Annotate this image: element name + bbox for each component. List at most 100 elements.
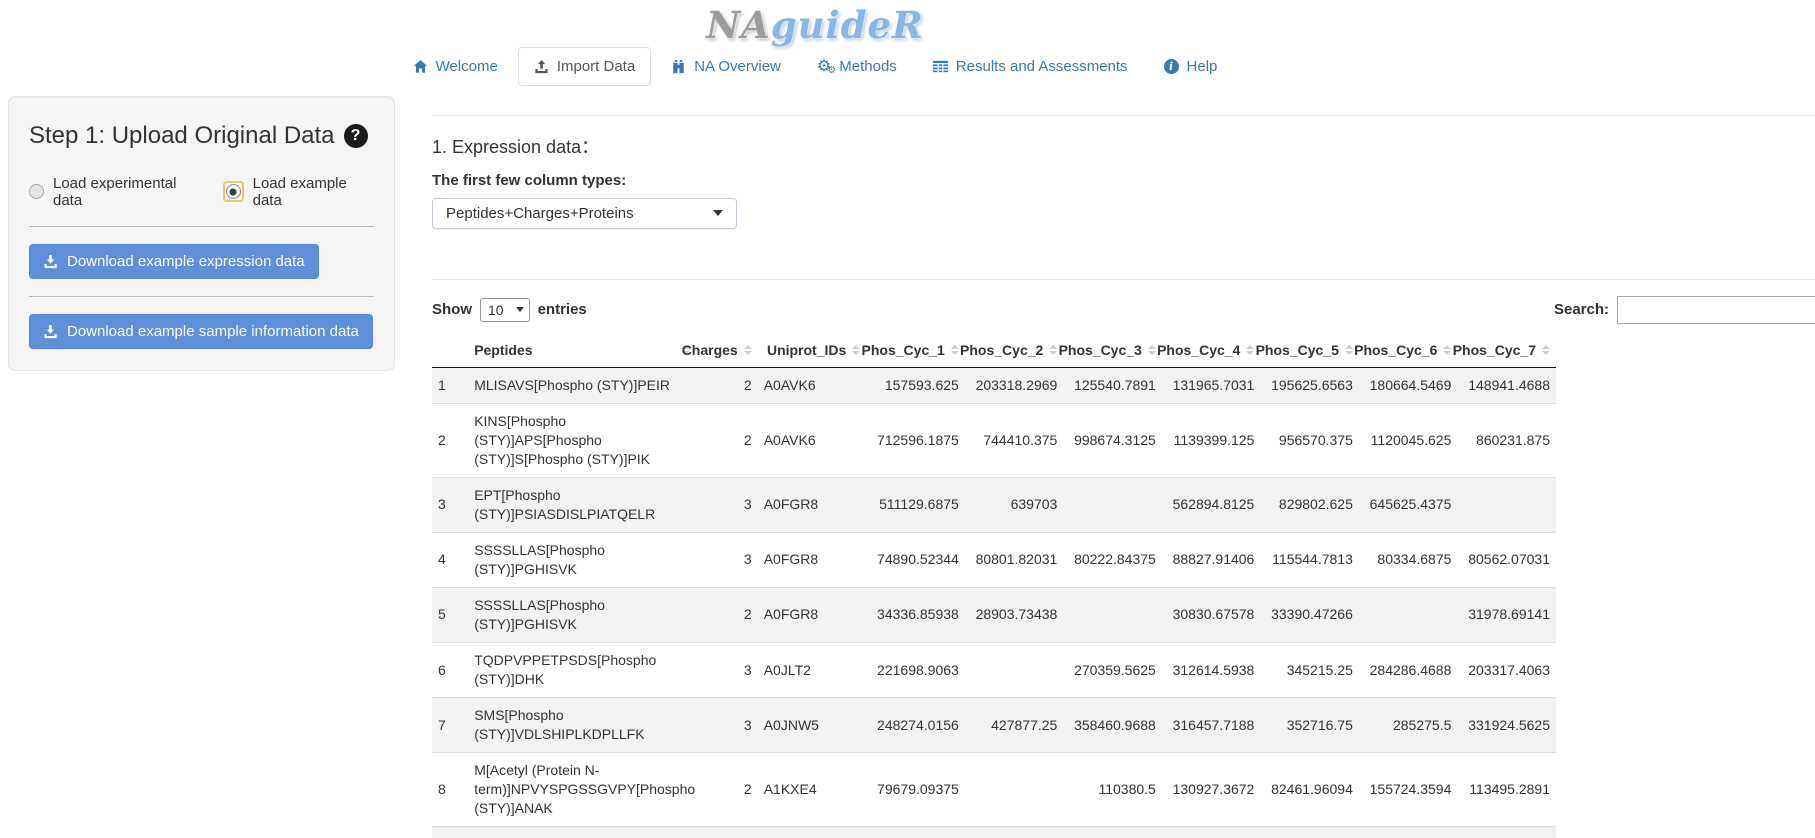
sort-icon[interactable] <box>744 345 752 355</box>
charge-cell: 3 <box>695 698 757 753</box>
table-header-row: PeptidesChargesUniprot_IDsPhos_Cyc_1Phos… <box>432 333 1556 368</box>
tab-help[interactable]: iHelp <box>1148 47 1234 86</box>
table-row: 7SMS[Phospho (STY)]VDLSHIPLKDPLLFK3A0JNW… <box>432 698 1556 753</box>
phos-cyc-5-cell: 82461.96094 <box>1260 753 1359 827</box>
phos-cyc-6-cell: 155724.3594 <box>1359 753 1458 827</box>
column-header-uniprot_ids[interactable]: Uniprot_IDs <box>758 333 867 368</box>
phos-cyc-2-cell <box>965 753 1064 827</box>
sort-icon[interactable] <box>1049 345 1057 355</box>
phos-cyc-3-cell: 998674.3125 <box>1063 403 1162 477</box>
divider <box>29 296 374 297</box>
page-length-select[interactable]: 10 <box>480 298 530 322</box>
logo-na: NA <box>706 3 771 47</box>
phos-cyc-3-cell: 358460.9688 <box>1063 698 1162 753</box>
phos-cyc-2-cell <box>965 643 1064 698</box>
row-index-header <box>432 333 468 368</box>
sort-icon[interactable] <box>1246 345 1254 355</box>
tab-welcome[interactable]: Welcome <box>397 47 514 86</box>
phos-cyc-1-cell: 712596.1875 <box>866 403 965 477</box>
column-header-label: Peptides <box>474 342 532 358</box>
tab-label: Welcome <box>436 58 498 75</box>
row-index-cell: 4 <box>432 532 468 587</box>
phos-cyc-4-cell: 88827.91406 <box>1162 532 1261 587</box>
table-row: 3EPT[Phospho (STY)]PSIASDISLPIATQELR3A0F… <box>432 477 1556 532</box>
tab-na-overview[interactable]: NA Overview <box>655 47 797 86</box>
column-types-select[interactable]: Peptides+Charges+Proteins <box>432 198 737 229</box>
logo-guider: guideR <box>771 3 924 47</box>
column-types-label: The first few column types: <box>432 172 1815 189</box>
tab-methods[interactable]: ⚙⚙Methods <box>801 47 913 86</box>
sort-icon[interactable] <box>1148 345 1156 355</box>
chevron-down-icon <box>713 210 723 216</box>
phos-cyc-3-cell: 270359.5625 <box>1063 643 1162 698</box>
column-header-phos_cyc_7[interactable]: Phos_Cyc_7 <box>1457 333 1556 368</box>
phos-cyc-6-cell: 180664.5469 <box>1359 367 1458 403</box>
phos-cyc-7-cell: 203317.4063 <box>1457 643 1556 698</box>
phos-cyc-6-cell: 285275.5 <box>1359 698 1458 753</box>
sort-icon[interactable] <box>1345 345 1353 355</box>
sort-icon[interactable] <box>852 345 860 355</box>
charge-cell: 3 <box>695 532 757 587</box>
radio-load-example-data[interactable]: Load example data <box>223 175 374 209</box>
peptide-cell: MLISAVS[Phospho (STY)]PEIR <box>468 367 695 403</box>
tab-label: Help <box>1187 58 1218 75</box>
tab-label: NA Overview <box>694 58 781 75</box>
peptide-cell: M[Acetyl (Protein N-term)]NPVYSPGSSGVPY[… <box>468 753 695 827</box>
phos-cyc-3-cell: 80222.84375 <box>1063 532 1162 587</box>
phos-cyc-1-cell: 511129.6875 <box>866 477 965 532</box>
tab-import-data[interactable]: Import Data <box>518 47 651 86</box>
radio-unselected-icon[interactable] <box>29 184 44 199</box>
column-header-phos_cyc_3[interactable]: Phos_Cyc_3 <box>1063 333 1162 368</box>
column-header-phos_cyc_4[interactable]: Phos_Cyc_4 <box>1162 333 1261 368</box>
sort-icon[interactable] <box>951 345 959 355</box>
column-header-label: Uniprot_IDs <box>767 342 846 358</box>
phos-cyc-1-cell: 248274.0156 <box>866 698 965 753</box>
phos-cyc-7-cell: 31978.69141 <box>1457 587 1556 642</box>
table-body: 1MLISAVS[Phospho (STY)]PEIR2A0AVK6157593… <box>432 367 1556 827</box>
tab-label: Results and Assessments <box>956 58 1128 75</box>
sort-icon[interactable] <box>1443 345 1451 355</box>
phos-cyc-2-cell: 744410.375 <box>965 403 1064 477</box>
column-header-label: Phos_Cyc_5 <box>1256 342 1339 358</box>
uniprot-id-cell: A0FGR8 <box>758 587 867 642</box>
phos-cyc-1-cell: 157593.625 <box>866 367 965 403</box>
phos-cyc-6-cell: 1120045.625 <box>1359 403 1458 477</box>
column-header-phos_cyc_5[interactable]: Phos_Cyc_5 <box>1260 333 1359 368</box>
app-header: NAguideR Welcome Import Data NA Overview ⚙⚙… <box>0 0 1630 86</box>
phos-cyc-6-cell: 645625.4375 <box>1359 477 1458 532</box>
phos-cyc-1-cell: 79679.09375 <box>866 753 965 827</box>
phos-cyc-7-cell <box>1457 477 1556 532</box>
entries-label: entries <box>538 301 587 318</box>
download-icon <box>43 324 58 339</box>
phos-cyc-1-cell: 34336.85938 <box>866 587 965 642</box>
table-row: 4SSSSLLAS[Phospho (STY)]PGHISVK3A0FGR874… <box>432 532 1556 587</box>
phos-cyc-5-cell: 115544.7813 <box>1260 532 1359 587</box>
row-index-cell: 1 <box>432 367 468 403</box>
radio-selected-icon[interactable] <box>226 184 241 199</box>
column-header-phos_cyc_1[interactable]: Phos_Cyc_1 <box>866 333 965 368</box>
radio-load-experimental-data[interactable]: Load experimental data <box>29 175 203 209</box>
question-circle-icon[interactable]: ? <box>344 124 368 148</box>
table-row: 6TQDPVPPETPSDS[Phospho (STY)]DHK3A0JLT22… <box>432 643 1556 698</box>
phos-cyc-6-cell: 284286.4688 <box>1359 643 1458 698</box>
download-expression-data-button[interactable]: Download example expression data <box>29 244 319 279</box>
table-row: 2KINS[Phospho (STY)]APS[Phospho (STY)]S[… <box>432 403 1556 477</box>
datatable-controls: Show 10 entries Search: <box>432 296 1815 324</box>
chevron-down-icon <box>516 307 524 312</box>
column-header-peptides[interactable]: Peptides <box>468 333 695 368</box>
phos-cyc-6-cell <box>1359 587 1458 642</box>
tab-results-and-assessments[interactable]: Results and Assessments <box>917 47 1144 86</box>
column-header-charges[interactable]: Charges <box>695 333 757 368</box>
download-sample-information-button[interactable]: Download example sample information data <box>29 314 373 349</box>
search-input[interactable] <box>1617 296 1815 324</box>
table-row: 8M[Acetyl (Protein N-term)]NPVYSPGSSGVPY… <box>432 753 1556 827</box>
phos-cyc-7-cell: 113495.2891 <box>1457 753 1556 827</box>
column-header-phos_cyc_2[interactable]: Phos_Cyc_2 <box>965 333 1064 368</box>
phos-cyc-3-cell: 125540.7891 <box>1063 367 1162 403</box>
row-index-cell: 2 <box>432 403 468 477</box>
phos-cyc-4-cell: 312614.5938 <box>1162 643 1261 698</box>
panel-title: Step 1: Upload Original Data ? <box>29 122 374 150</box>
column-header-phos_cyc_6[interactable]: Phos_Cyc_6 <box>1359 333 1458 368</box>
sort-icon[interactable] <box>1542 345 1550 355</box>
phos-cyc-3-cell <box>1063 477 1162 532</box>
